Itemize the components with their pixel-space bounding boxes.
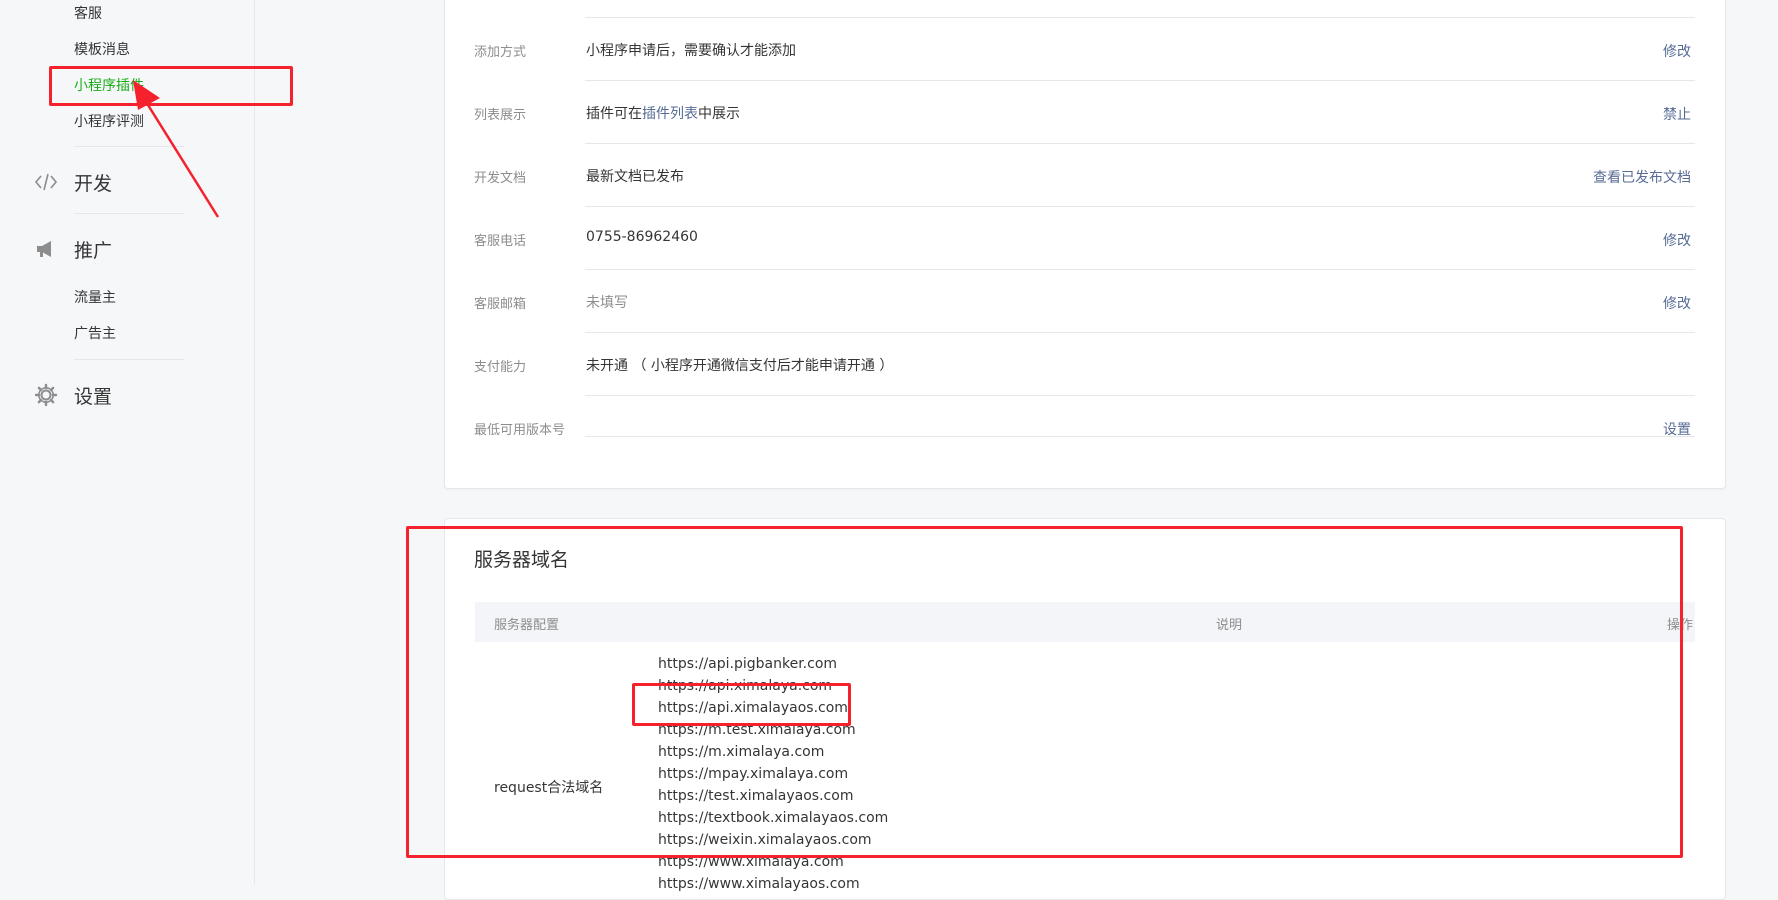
annotation-arrow (133, 80, 220, 218)
